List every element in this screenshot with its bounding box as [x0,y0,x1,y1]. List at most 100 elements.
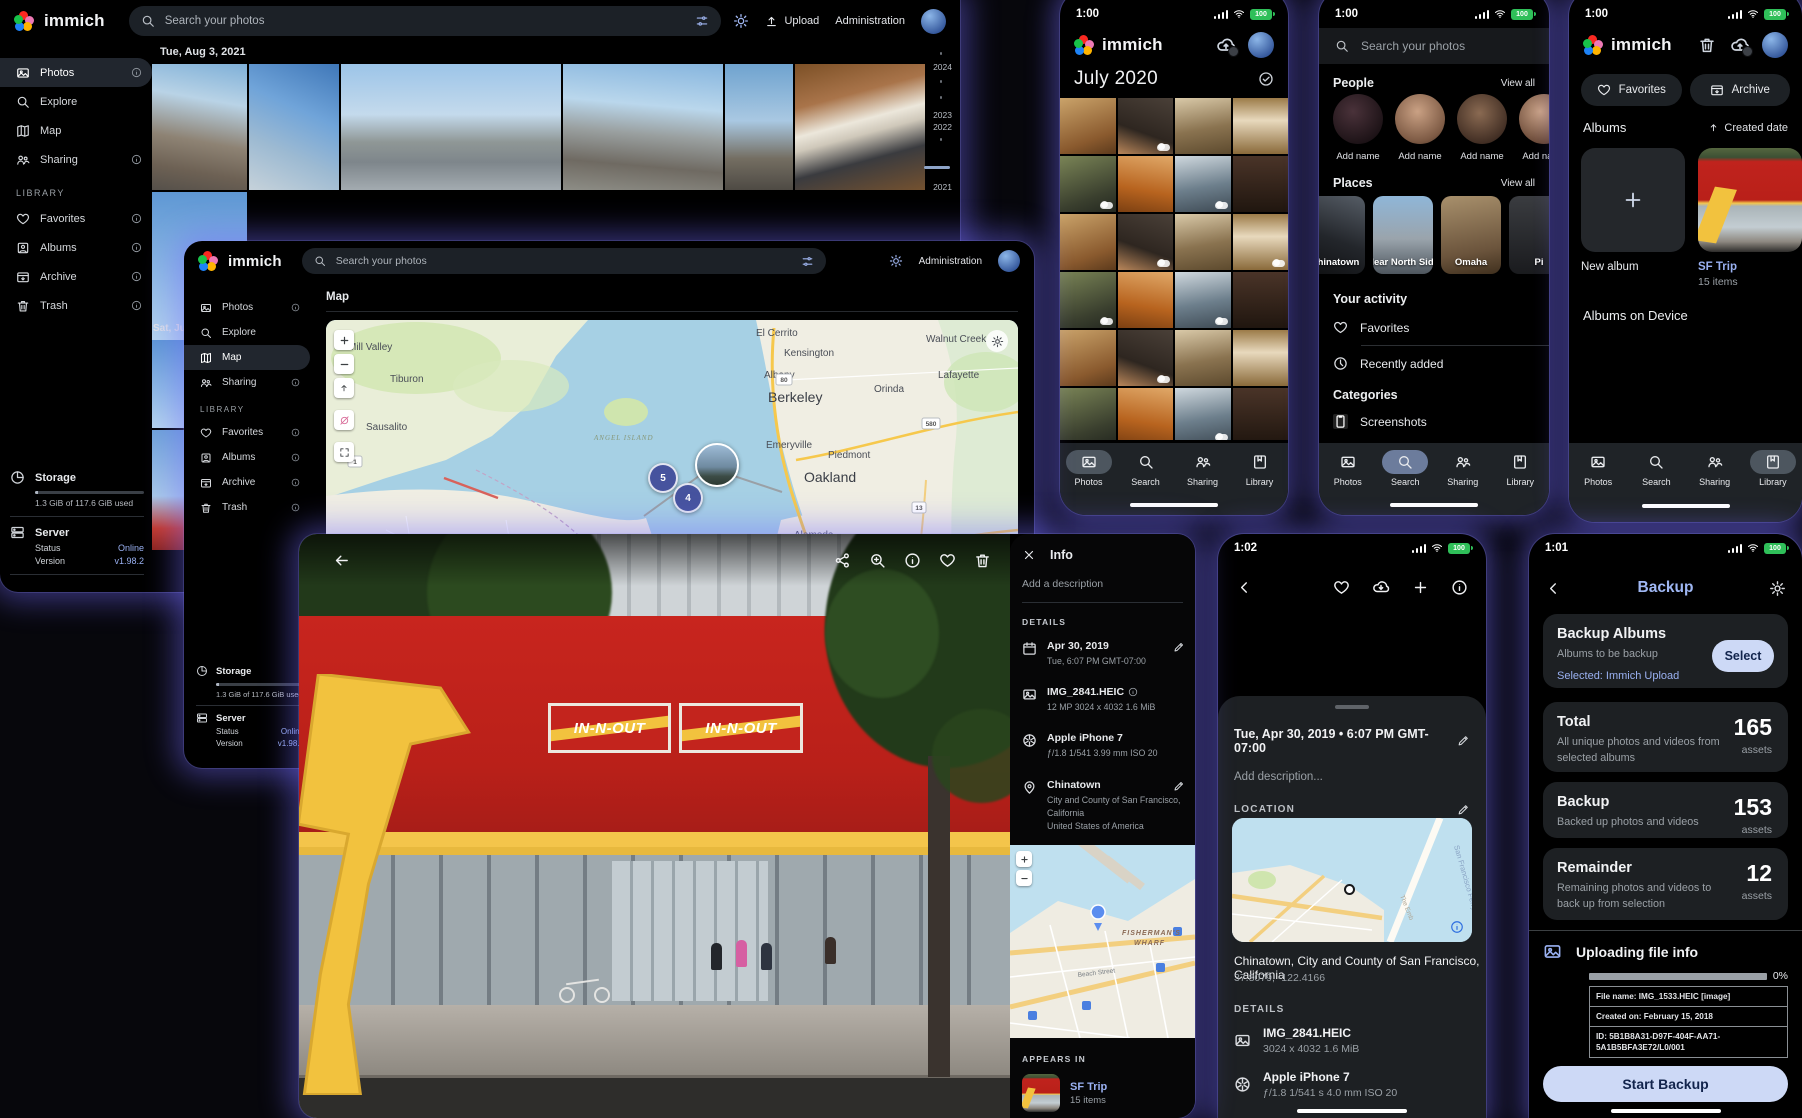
person[interactable]: Add name [1519,94,1549,162]
nav-photos[interactable]: Photos [1063,450,1115,487]
more-options-icon[interactable] [1009,552,1010,569]
sidebar-item-trash[interactable]: Trash [184,495,310,520]
photo-tile[interactable] [795,64,925,190]
info-icon[interactable] [904,552,921,569]
avatar[interactable] [998,250,1020,272]
person[interactable]: Add name [1457,94,1507,162]
photo-tile[interactable] [1175,156,1231,212]
map-zoom-out-button[interactable] [1016,870,1032,886]
nav-search[interactable]: Search [1379,450,1431,487]
upload-button[interactable]: Upload [765,15,819,28]
photo-tile[interactable] [1060,98,1116,154]
info-icon[interactable] [1128,687,1138,697]
photo-tile[interactable] [1175,388,1231,440]
person[interactable]: Add name [1333,94,1383,162]
person[interactable]: Add name [1395,94,1445,162]
sidebar-item-favorites[interactable]: Favorites [0,204,152,233]
photo-tile[interactable] [1233,388,1289,440]
theme-toggle-sun-icon[interactable] [733,13,749,29]
info-icon[interactable] [1451,579,1468,596]
description-field[interactable]: Add description... [1218,755,1486,783]
sidebar-item-albums[interactable]: Albums [0,233,152,262]
sidebar-item-map[interactable]: Map [0,116,152,145]
map-cluster-marker[interactable]: 5 [648,463,678,493]
place-tile[interactable]: Omaha [1441,196,1501,274]
favorite-heart-icon[interactable] [939,552,956,569]
sidebar-item-photos[interactable]: Photos [0,58,152,87]
place-tile[interactable]: Pi [1509,196,1549,274]
map-hide-markers-button[interactable] [334,410,354,430]
photo-tile[interactable] [1060,156,1116,212]
photo-tile[interactable] [341,64,561,190]
photo-tile[interactable] [1233,156,1289,212]
sync-cloud-icon[interactable] [1730,35,1750,55]
theme-toggle-sun-icon[interactable] [889,254,903,268]
search-input[interactable]: Search your photos [1319,28,1549,64]
map-settings-gear-icon[interactable] [986,330,1008,352]
sliders-icon[interactable] [801,255,814,268]
location-map-thumbnail[interactable]: FISHERMAN'S WHARF Beach Street [1010,845,1195,1038]
gear-icon[interactable] [1769,580,1786,597]
photo-tile[interactable] [1060,388,1116,440]
scrubber-handle[interactable] [924,166,950,169]
map-attribution-info-icon[interactable] [1450,920,1464,934]
sidebar-item-archive[interactable]: Archive [184,470,310,495]
administration-link[interactable]: Administration [835,15,905,27]
start-backup-button[interactable]: Start Backup [1543,1066,1788,1102]
avatar[interactable] [921,9,946,34]
map-compass-button[interactable] [334,378,354,398]
nav-library[interactable]: Library [1234,450,1286,487]
photo-tile[interactable] [152,64,247,190]
sidebar-item-map[interactable]: Map [184,345,310,370]
back-icon[interactable] [333,552,350,569]
photo-tile[interactable] [1118,98,1174,154]
description-field[interactable]: Add a description [1010,568,1195,600]
photo-tile[interactable] [1233,214,1289,270]
pencil-icon[interactable] [1457,803,1470,816]
nav-library[interactable]: Library [1747,450,1799,487]
photo-tile[interactable] [563,64,723,190]
sidebar-item-explore[interactable]: Explore [184,320,310,345]
sync-cloud-icon[interactable] [1216,35,1236,55]
search-input[interactable]: Search your photos [302,248,826,274]
map-fullscreen-button[interactable] [334,442,354,462]
nav-photos[interactable]: Photos [1322,450,1374,487]
archive-button[interactable]: Archive [1690,74,1791,106]
map-zoom-in-button[interactable] [334,330,354,350]
sliders-icon[interactable] [695,14,709,28]
favorite-heart-icon[interactable] [1333,579,1350,596]
pencil-icon[interactable] [1457,734,1470,747]
sidebar-item-trash[interactable]: Trash [0,291,152,320]
photo-tile[interactable] [1118,156,1174,212]
album-link-row[interactable]: SF Trip 15 items [1010,1068,1195,1118]
sidebar-item-favorites[interactable]: Favorites [184,420,310,445]
album-name[interactable]: SF Trip [1070,1081,1107,1093]
map-photo-marker[interactable] [695,443,739,487]
photo-tile[interactable] [249,64,339,190]
photo-tile[interactable] [1060,330,1116,386]
cloud-download-icon[interactable] [1372,578,1390,596]
avatar[interactable] [1248,32,1274,58]
nav-photos[interactable]: Photos [1572,450,1624,487]
back-chevron-icon[interactable] [1236,579,1253,596]
favorites-button[interactable]: Favorites [1581,74,1682,106]
photo-tile[interactable] [1175,330,1231,386]
recently-added-row[interactable]: Recently added [1319,346,1549,381]
sidebar-item-sharing[interactable]: Sharing [184,370,310,395]
sidebar-item-photos[interactable]: Photos [184,295,310,320]
photo-tile[interactable] [1060,214,1116,270]
photo-tile[interactable] [1118,330,1174,386]
pencil-icon[interactable] [1173,641,1185,653]
nav-sharing[interactable]: Sharing [1177,450,1229,487]
places-view-all[interactable]: View all [1501,178,1535,189]
nav-sharing[interactable]: Sharing [1689,450,1741,487]
favorites-row[interactable]: Favorites [1319,310,1549,345]
place-tile[interactable]: Near North Side [1373,196,1433,274]
zoom-icon[interactable] [869,552,886,569]
people-view-all[interactable]: View all [1501,78,1535,89]
share-icon[interactable] [834,552,851,569]
photo-tile[interactable] [1233,272,1289,328]
select-button[interactable]: Select [1712,640,1774,672]
photo-tile[interactable] [1118,272,1174,328]
plus-icon[interactable] [1412,579,1429,596]
